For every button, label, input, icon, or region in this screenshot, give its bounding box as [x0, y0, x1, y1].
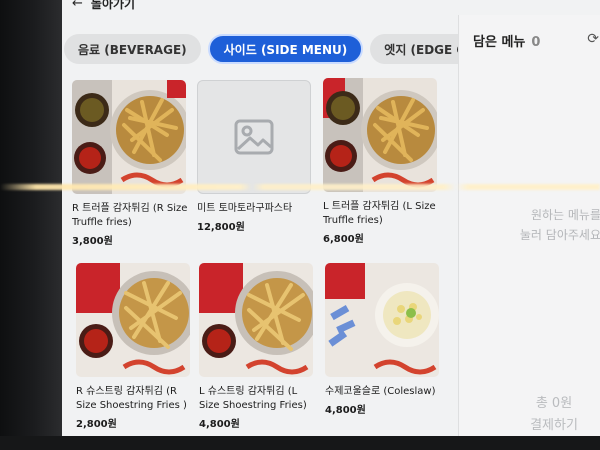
truffle-fries-photo [72, 80, 186, 194]
cart-panel: 담은 메뉴 0 ⟳ 원하는 메뉴를 눌러 담아주세요 총 0원 결제하기 [458, 15, 600, 438]
cart-header: 담은 메뉴 0 [473, 31, 540, 50]
refresh-icon[interactable]: ⟳ [587, 31, 599, 47]
cart-total: 총 0원 [535, 396, 573, 411]
product-name: L 슈스트링 감자튀김 (L Size Shoestring Fries) [199, 386, 307, 411]
category-tabs: 음료 (BEVERAGE) 사이드 (SIDE MENU) 엣지 (EDGE O… [62, 34, 464, 66]
cart-empty-line2: 눌러 담아주세요 [519, 228, 600, 242]
product-card-l-truffle-fries[interactable]: L 트러플 감자튀김 (L Size Truffle fries) 6,800원 [323, 78, 441, 245]
arrow-left-icon: ← [72, 0, 83, 11]
product-card-r-truffle-fries[interactable]: R 트러플 감자튀김 (R Size Truffle fries) 3,800원 [72, 80, 190, 247]
product-price: 4,800원 [325, 405, 366, 416]
truffle-fries-photo [323, 78, 437, 192]
coleslaw-photo [325, 263, 439, 377]
shoestring-fries-photo [199, 263, 313, 377]
cart-count: 0 [531, 35, 541, 50]
tab-side-menu[interactable]: 사이드 (SIDE MENU) [207, 34, 364, 64]
cart-empty-message: 원하는 메뉴를 눌러 담아주세요 [473, 205, 600, 245]
tab-edge-option[interactable]: 엣지 (EDGE OPTION [370, 34, 464, 64]
cart-title: 담은 메뉴 [473, 35, 526, 50]
kiosk-bezel [0, 0, 62, 450]
product-name: R 슈스트링 감자튀김 (R Size Shoestring Fries ) [76, 386, 187, 411]
product-name: 미트 토마토라구파스타 [197, 203, 293, 214]
product-name: 수제코울슬로 (Coleslaw) [325, 386, 436, 397]
product-card-r-shoestring-fries[interactable]: R 슈스트링 감자튀김 (R Size Shoestring Fries ) 2… [76, 263, 194, 430]
back-label: 돌아가기 [90, 0, 136, 11]
product-price: 6,800원 [323, 234, 364, 245]
placeholder-image-icon [197, 80, 311, 194]
product-price: 4,800원 [199, 419, 240, 430]
back-button[interactable]: ← 돌아가기 [72, 0, 135, 12]
product-name: R 트러플 감자튀김 (R Size Truffle fries) [72, 203, 188, 228]
kiosk-bezel-bottom [0, 436, 600, 450]
product-name: L 트러플 감자튀김 (L Size Truffle fries) [323, 201, 436, 226]
kiosk-screen: ← 돌아가기 음료 (BEVERAGE) 사이드 (SIDE MENU) 엣지 … [62, 0, 600, 438]
product-card-coleslaw[interactable]: 수제코울슬로 (Coleslaw) 4,800원 [325, 263, 443, 416]
product-price: 3,800원 [72, 236, 113, 247]
product-price: 12,800원 [197, 222, 245, 233]
product-card-l-shoestring-fries[interactable]: L 슈스트링 감자튀김 (L Size Shoestring Fries) 4,… [199, 263, 317, 430]
product-card-meat-tomato-pasta[interactable]: 미트 토마토라구파스타 12,800원 [197, 80, 315, 233]
product-price: 2,800원 [76, 419, 117, 430]
tab-beverage[interactable]: 음료 (BEVERAGE) [64, 34, 201, 64]
shoestring-fries-photo [76, 263, 190, 377]
screen-glare [0, 184, 600, 190]
cart-empty-line1: 원하는 메뉴를 [530, 208, 600, 222]
pay-button[interactable]: 결제하기 [499, 414, 600, 433]
